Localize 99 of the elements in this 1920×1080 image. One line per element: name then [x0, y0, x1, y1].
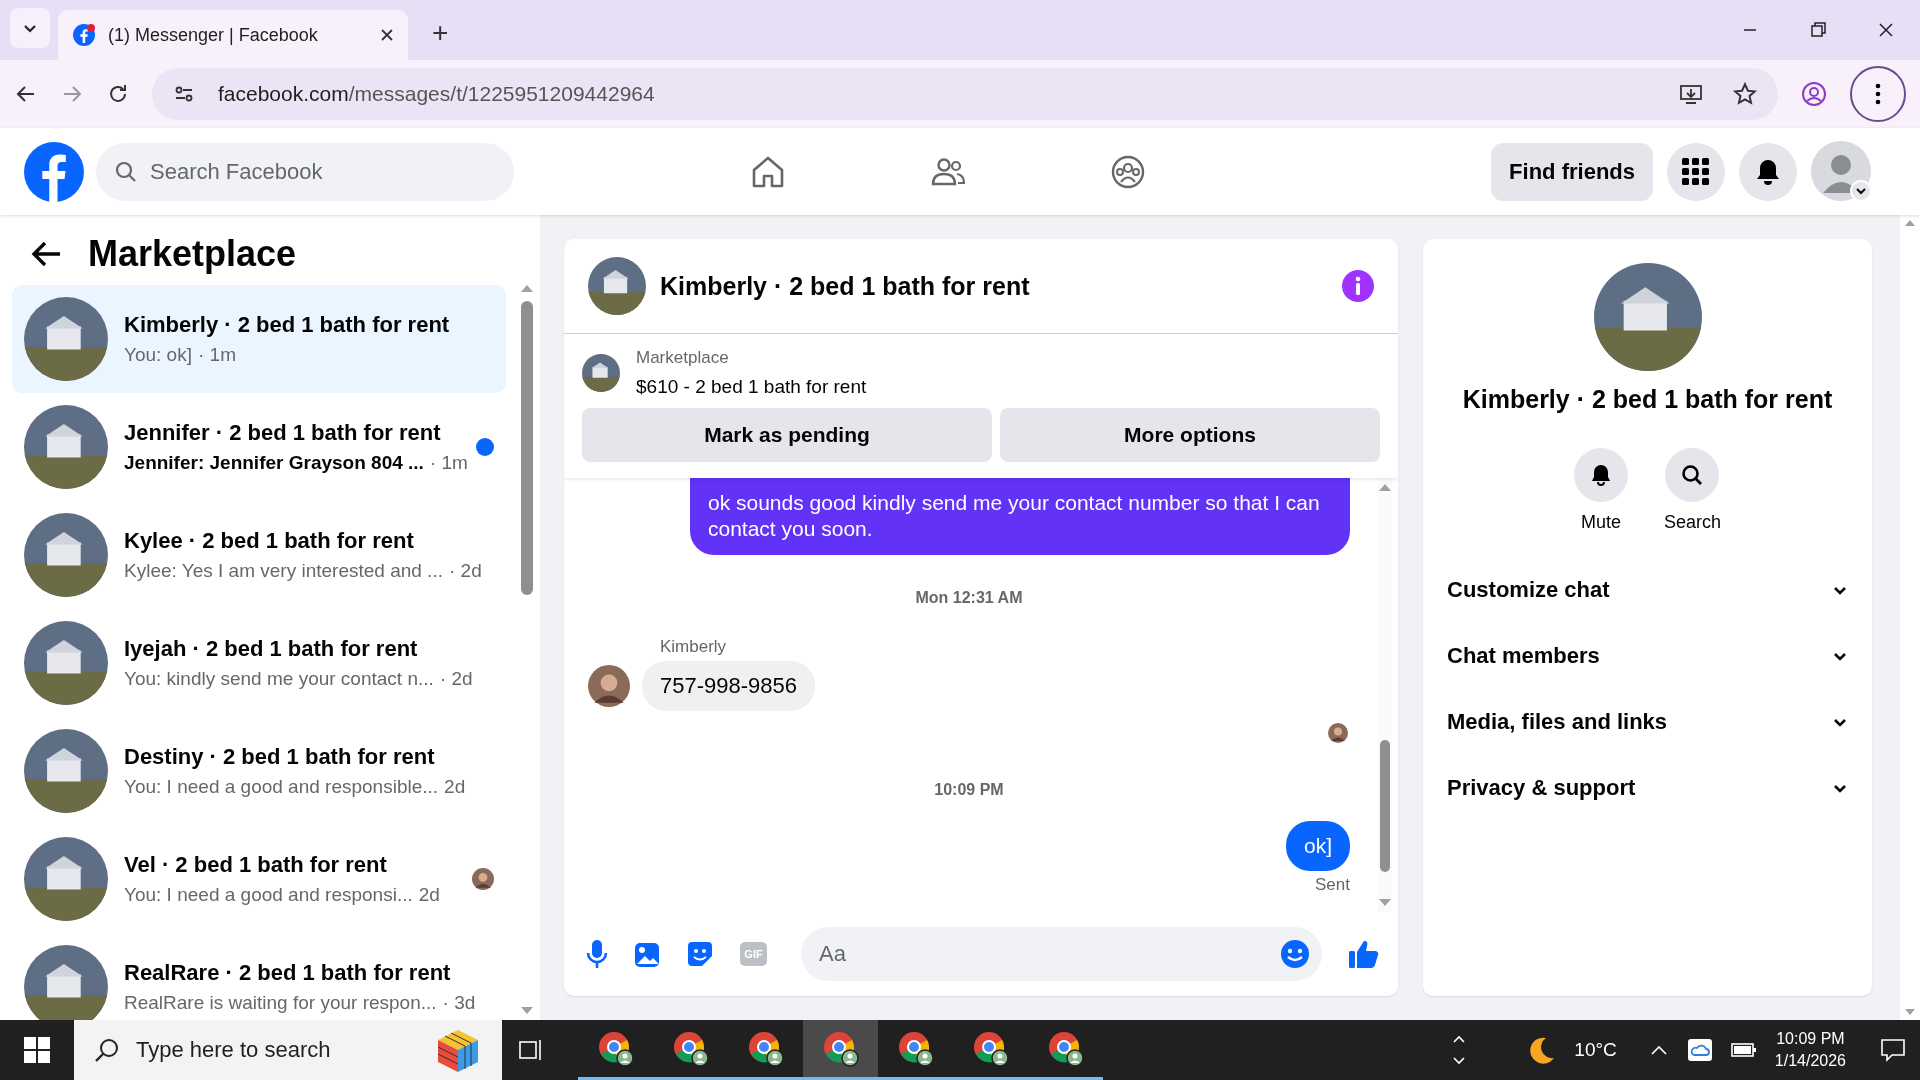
message-preview: You: I need a good and responsi...	[124, 884, 413, 906]
emoji-icon[interactable]	[1280, 939, 1310, 969]
find-friends-button[interactable]: Find friends	[1491, 142, 1653, 201]
notification-icon[interactable]	[1880, 1038, 1906, 1062]
message-preview: Kylee: Yes I am very interested and ...	[124, 560, 443, 582]
more-dots-icon	[1875, 83, 1881, 105]
new-tab-button[interactable]: +	[426, 16, 455, 50]
section-header[interactable]: Chat members	[1437, 623, 1858, 689]
chat-title: Kimberly · 2 bed 1 bath for rent	[1462, 385, 1833, 414]
clock[interactable]: 10:09 PM 1/14/2026	[1774, 1030, 1846, 1070]
conversation-title: Vel · 2 bed 1 bath for rent	[124, 852, 388, 878]
message-preview: You: kindly send me your contact n...	[124, 668, 434, 690]
more-options-button[interactable]: More options	[1000, 408, 1380, 462]
weather-temperature: 10°C	[1574, 1039, 1617, 1061]
scrollbar-thumb[interactable]	[521, 301, 533, 595]
timestamp: 10:09 PM	[934, 780, 1004, 799]
message-status: Sent	[1315, 874, 1350, 895]
search-placeholder: Type here to search	[136, 1037, 332, 1063]
grid-icon	[1681, 156, 1711, 187]
cloud-icon[interactable]	[1686, 1038, 1713, 1062]
message-placeholder: Aa	[819, 941, 847, 967]
windows-logo-icon	[24, 1037, 50, 1063]
search-field[interactable]: Search Facebook	[96, 142, 514, 201]
section-header[interactable]: Privacy & support	[1437, 755, 1858, 821]
tab-title: (1) Messenger | Facebook	[108, 24, 319, 46]
avatar	[588, 664, 630, 707]
scrollbar[interactable]	[1378, 478, 1392, 912]
battery-icon[interactable]	[1730, 1041, 1757, 1059]
search-icon	[114, 159, 138, 184]
clock-time: 10:09 PM	[1776, 1030, 1845, 1048]
photo-icon[interactable]	[634, 940, 660, 968]
conversation-title: Kimberly · 2 bed 1 bath for rent	[124, 312, 451, 338]
message-time: · 1m	[429, 452, 468, 474]
conversation-item[interactable]: Iyejah · 2 bed 1 bath for rent You: kindly send me your contact n... · 2d	[12, 609, 506, 717]
conversation-title: Iyejah · 2 bed 1 bath for rent	[124, 636, 419, 662]
info-icon[interactable]	[1342, 270, 1374, 302]
menu-button[interactable]	[1850, 66, 1906, 122]
message-bubble: ok]	[1286, 820, 1350, 871]
scroll-up-icon[interactable]	[520, 283, 534, 293]
conversation-item[interactable]: Kylee · 2 bed 1 bath for rent Kylee: Yes I am very interested and ... · 2d	[12, 501, 506, 609]
conversation-item[interactable]: Destiny · 2 bed 1 bath for rent You: I need a good and responsible... 2d	[12, 717, 506, 825]
avatar	[472, 868, 494, 890]
scroll-down-icon[interactable]	[520, 1006, 534, 1016]
browser-icon[interactable]	[803, 1020, 878, 1080]
message-time: 2d	[418, 884, 440, 906]
message-time: · 2d	[448, 560, 482, 582]
message-preview: You: ok]	[124, 344, 192, 366]
close-icon[interactable]	[380, 28, 394, 42]
scrollbar-thumb[interactable]	[1380, 740, 1390, 872]
conversation-item[interactable]: Jennifer · 2 bed 1 bath for rent Jennifer: Jennifer Grayson 804 ... · 1m	[12, 393, 506, 501]
section-header[interactable]: Media, files and links	[1437, 689, 1858, 755]
listing-title: $610 - 2 bed 1 bath for rent	[636, 376, 867, 398]
thumbs-up-icon[interactable]	[1348, 939, 1380, 969]
message-time: · 3d	[442, 992, 476, 1014]
search-icon	[94, 1037, 120, 1063]
conversation-title: Kylee · 2 bed 1 bath for rent	[124, 528, 415, 554]
chat-title: Kimberly · 2 bed 1 bath for rent	[660, 271, 1031, 301]
profile-icon[interactable]	[1800, 80, 1828, 108]
conversation-item[interactable]: Kimberly · 2 bed 1 bath for rent You: ok] · 1m	[12, 285, 506, 393]
message-time: 2d	[444, 776, 466, 798]
conversation-title: Destiny · 2 bed 1 bath for rent	[124, 744, 436, 770]
taskbar-search-field[interactable]: Type here to search	[74, 1020, 502, 1080]
facebook-logo-icon	[72, 23, 96, 47]
photo-placeholder	[588, 257, 646, 315]
timestamp: Mon 12:31 AM	[915, 588, 1023, 607]
section-header[interactable]: Customize chat	[1437, 557, 1858, 623]
message-time: · 2d	[439, 668, 473, 690]
star-icon[interactable]	[1732, 81, 1758, 107]
conversation-item[interactable]: Vel · 2 bed 1 bath for rent You: I need a good and responsi... 2d	[12, 825, 506, 933]
browser-tab[interactable]: (1) Messenger | Facebook	[58, 10, 408, 60]
address-bar[interactable]: facebook.com/messages/t/1225951209442964	[152, 68, 1778, 120]
message-preview: Jennifer: Jennifer Grayson 804 ...	[124, 452, 424, 474]
sidebar-title: Marketplace	[88, 233, 297, 275]
conversation-title: Jennifer · 2 bed 1 bath for rent	[124, 420, 442, 446]
conversation-title: RealRare · 2 bed 1 bath for rent	[124, 960, 452, 986]
clock-date: 1/14/2026	[1774, 1052, 1846, 1070]
listing-source: Marketplace	[636, 348, 730, 368]
message-bubble: 757-998-9856	[642, 660, 815, 711]
back-arrow-icon[interactable]	[30, 240, 62, 268]
sticker-icon[interactable]	[686, 940, 714, 968]
scroll-up-icon[interactable]	[1904, 219, 1916, 227]
search-placeholder: Search Facebook	[150, 158, 323, 185]
message-time: · 1m	[197, 344, 236, 366]
message-bubble: ok sounds good kindly send me your contact number so that I can contact you soon.	[690, 478, 1350, 555]
photo-placeholder	[582, 354, 620, 392]
message-preview: You: I need a good and responsible...	[124, 776, 439, 798]
scrollbar[interactable]	[1900, 215, 1920, 1020]
avatar	[1328, 722, 1348, 743]
message-preview: RealRare is waiting for your respon...	[124, 992, 437, 1014]
facebook-logo[interactable]	[24, 141, 84, 202]
scroll-down-icon[interactable]	[1904, 1008, 1916, 1016]
bell-icon	[1755, 157, 1781, 186]
sender-name: Kimberly	[660, 636, 728, 657]
groups-icon[interactable]	[1110, 153, 1146, 190]
url-text: facebook.com/messages/t/1225951209442964	[218, 82, 655, 106]
profile-avatar[interactable]	[1811, 140, 1873, 203]
message-field[interactable]: Aa	[801, 927, 1322, 981]
microphone-icon[interactable]	[586, 939, 608, 969]
mark-pending-button[interactable]: Mark as pending	[582, 408, 992, 462]
